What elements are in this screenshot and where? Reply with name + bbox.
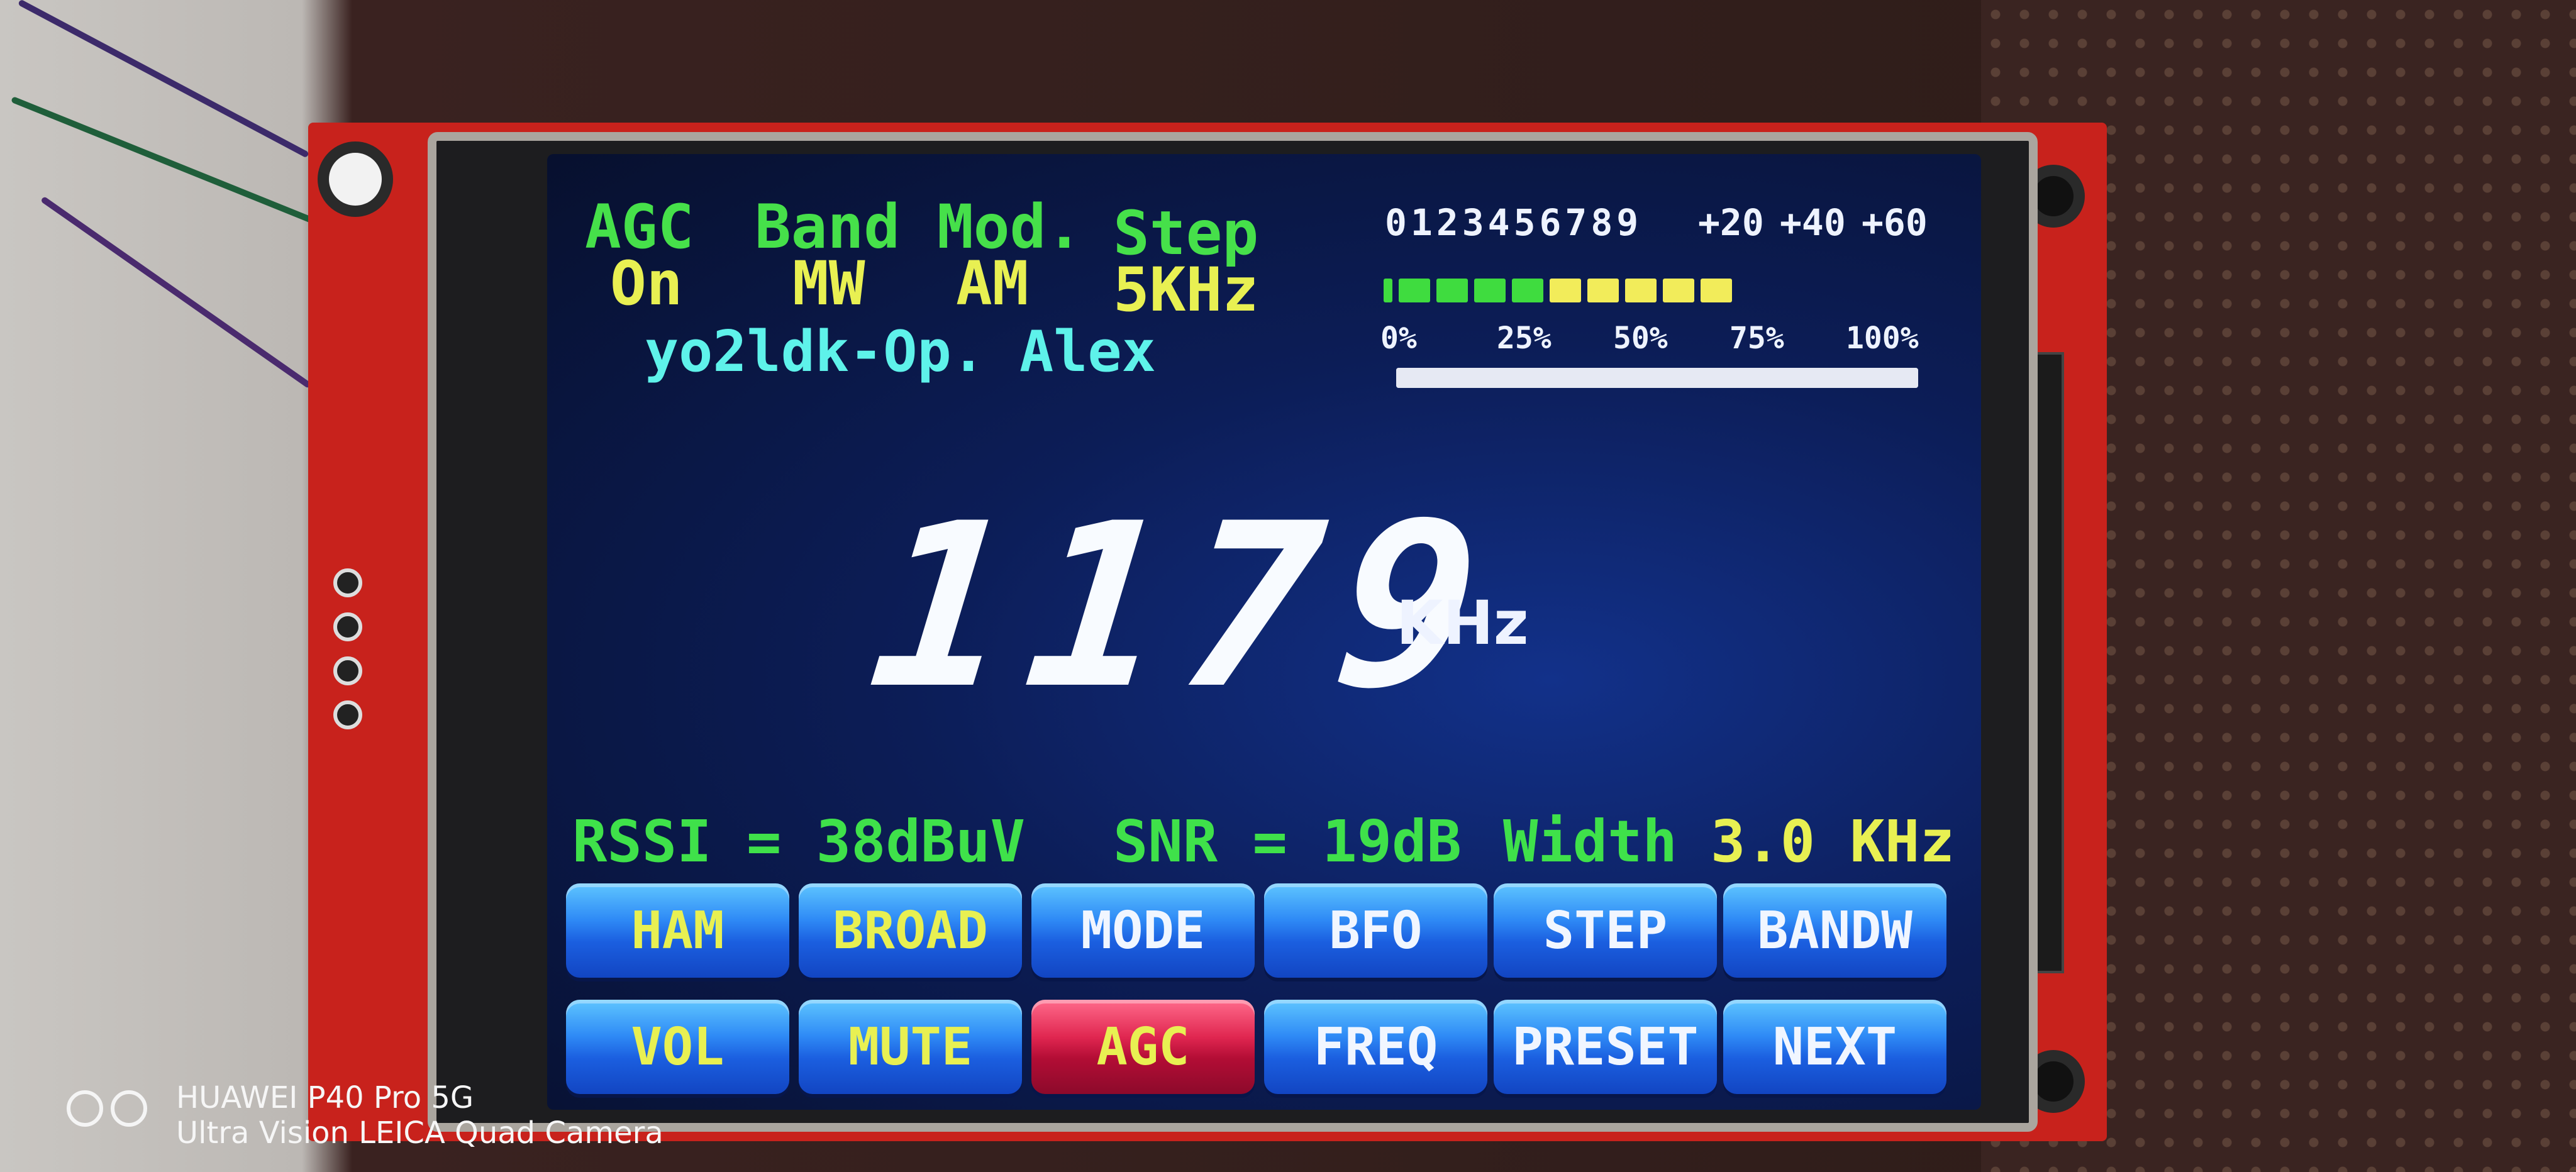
bfo-button[interactable]: BFO [1264, 883, 1487, 978]
width-value: 3.0 KHz [1711, 808, 1955, 875]
step-button[interactable]: STEP [1494, 883, 1717, 978]
signal-segment [1663, 279, 1694, 302]
smeter-scale-digits: 0123456789 [1385, 201, 1643, 244]
mute-button[interactable]: MUTE [799, 1000, 1022, 1094]
station-name: yo2ldk-Op. Alex [645, 319, 1156, 385]
signal-segment [1512, 279, 1543, 302]
progress-bar-fill [1396, 368, 1918, 388]
progress-tick: 25% [1497, 321, 1552, 356]
rssi-readout: RSSI = 38dBuV [572, 808, 1026, 875]
snr-readout: SNR = 19dB [1113, 808, 1462, 875]
camera-logo-icon [67, 1090, 147, 1127]
agc-value: On [610, 248, 683, 319]
wire [40, 196, 312, 389]
signal-segment [1436, 279, 1468, 302]
width-label: Width [1503, 808, 1677, 875]
smeter-scale-plus20: +20 [1698, 201, 1764, 244]
broad-button[interactable]: BROAD [799, 883, 1022, 978]
next-button[interactable]: NEXT [1723, 1000, 1946, 1094]
ham-button[interactable]: HAM [566, 883, 789, 978]
pin-header-left [333, 560, 369, 736]
mounting-hole-icon [318, 141, 393, 217]
progress-tick: 75% [1729, 321, 1784, 356]
smeter-scale-plus60: +60 [1862, 201, 1928, 244]
freq-button[interactable]: FREQ [1264, 1000, 1487, 1094]
signal-segment [1384, 279, 1392, 302]
signal-segment [1474, 279, 1506, 302]
progress-bar [1396, 368, 1918, 388]
progress-tick: 0% [1380, 321, 1417, 356]
preset-button[interactable]: PRESET [1494, 1000, 1717, 1094]
signal-segment [1550, 279, 1581, 302]
frequency-unit: KHz [1396, 588, 1529, 658]
wire [18, 0, 309, 158]
smeter-scale-plus40: +40 [1780, 201, 1846, 244]
signal-segment [1399, 279, 1430, 302]
camera-watermark-line1: HUAWEI P40 Pro 5G [176, 1080, 474, 1115]
camera-watermark-line2: Ultra Vision LEICA Quad Camera [176, 1115, 663, 1151]
progress-tick: 100% [1846, 321, 1919, 356]
mod-value: AM [956, 248, 1029, 319]
agc-button[interactable]: AGC [1031, 1000, 1255, 1094]
signal-segment [1625, 279, 1657, 302]
mode-button[interactable]: MODE [1031, 883, 1255, 978]
signal-level-meter [1384, 279, 1732, 302]
signal-segment [1587, 279, 1619, 302]
bandw-button[interactable]: BANDW [1723, 883, 1946, 978]
signal-segment [1701, 279, 1732, 302]
radio-screen: AGC On Band MW Mod. AM Step 5KHz yo2ldk-… [547, 154, 1981, 1110]
step-value: 5KHz [1113, 255, 1259, 325]
band-value: MW [792, 248, 865, 319]
progress-tick: 50% [1613, 321, 1668, 356]
camera-watermark: HUAWEI P40 Pro 5G Ultra Vision LEICA Qua… [176, 1080, 663, 1151]
